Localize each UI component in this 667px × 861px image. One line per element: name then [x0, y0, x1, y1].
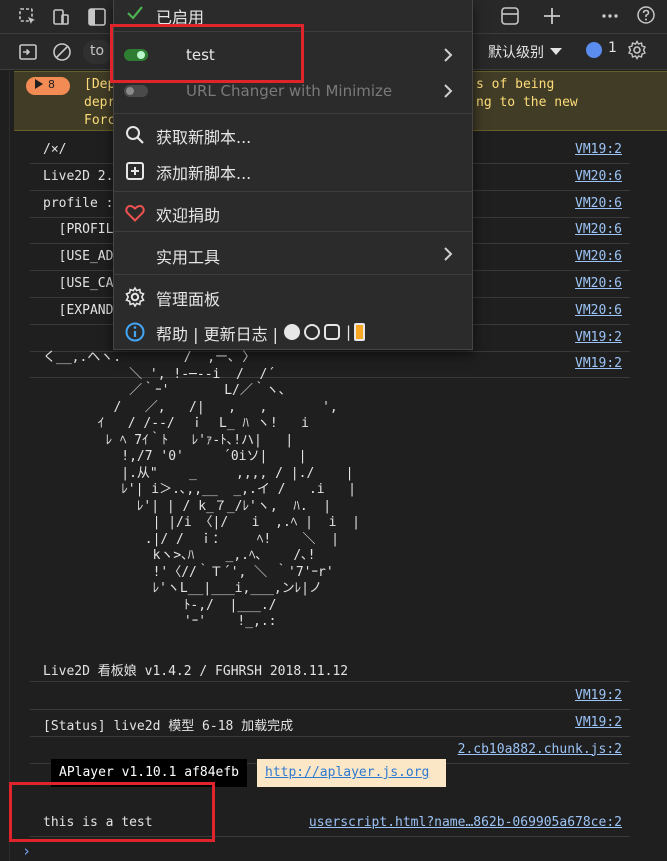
- panel-layout-icon[interactable]: [87, 7, 107, 27]
- menu-item-label: 获取新脚本...: [156, 128, 252, 147]
- log-text: profile :: [43, 195, 114, 211]
- heart-icon: [124, 202, 146, 224]
- highlight-box-output: [9, 782, 215, 842]
- sidebar-toggle-icon[interactable]: [18, 42, 38, 62]
- mobile-app-icon[interactable]: [354, 323, 365, 341]
- console-row: Live2D 看板娘 v1.4.2 / FGHRSH 2018.11.12: [30, 655, 630, 682]
- log-level-dropdown[interactable]: 默认级别: [488, 42, 562, 62]
- log-source-link[interactable]: VM19:2: [575, 688, 622, 703]
- log-level-label: 默认级别: [488, 45, 544, 61]
- log-source-link[interactable]: VM20:6: [575, 249, 622, 264]
- menu-item-add-script[interactable]: 添加新脚本...: [114, 152, 472, 188]
- dock-side-icon[interactable]: [500, 6, 520, 26]
- console-row: [Status] live2d 模型 6-18 加载完成 VM19:2: [30, 710, 630, 737]
- menu-item-get-scripts[interactable]: 获取新脚本...: [114, 116, 472, 152]
- log-text: Live2D 看板娘 v1.4.2 / FGHRSH 2018.11.12: [43, 664, 349, 679]
- log-source-link[interactable]: userscript.html?name…862b-069905a678ce:2: [309, 815, 622, 830]
- clear-console-icon[interactable]: [52, 42, 72, 62]
- warning-text: Forc: [84, 113, 116, 128]
- script-name: URL Changer with Minimize: [186, 82, 393, 100]
- add-tab-icon[interactable]: [542, 6, 562, 26]
- log-source-link[interactable]: VM19:2: [575, 715, 622, 730]
- search-icon: [124, 124, 146, 146]
- console-settings-icon[interactable]: [627, 40, 647, 60]
- chevron-right-icon: [442, 83, 454, 99]
- aplayer-link[interactable]: http://aplayer.js.org: [257, 759, 446, 787]
- log-source-link[interactable]: VM19:2: [575, 330, 622, 345]
- chevron-right-icon: [442, 246, 454, 262]
- log-text: /×/: [43, 142, 67, 157]
- menu-item-label: 管理面板: [156, 290, 221, 309]
- log-source-link[interactable]: VM20:6: [575, 276, 622, 291]
- facebook-icon[interactable]: [304, 324, 320, 340]
- info-icon: [124, 321, 146, 343]
- more-options-icon[interactable]: [600, 6, 620, 26]
- log-text: [USE_AD: [43, 249, 114, 265]
- console-row: VM19:2: [30, 683, 630, 710]
- warning-text: s of being: [476, 77, 555, 92]
- highlight-box-script: [110, 24, 304, 83]
- menu-divider: [114, 191, 472, 192]
- check-icon: [124, 2, 146, 24]
- console-filter-input[interactable]: to: [83, 40, 113, 64]
- log-source-link[interactable]: VM20:6: [575, 196, 622, 211]
- menu-item-dashboard[interactable]: 管理面板: [114, 278, 472, 314]
- warning-text: depr: [84, 95, 116, 110]
- log-text: [USE_CA: [43, 276, 114, 291]
- log-text: Live2D 2.: [43, 168, 114, 184]
- log-source-link[interactable]: VM19:2: [575, 356, 622, 371]
- console-prompt-icon[interactable]: ›: [22, 842, 31, 860]
- log-source-link[interactable]: VM20:6: [575, 169, 622, 184]
- log-text: [Status] live2d 模型 6-18 加载完成: [43, 718, 294, 734]
- dropdown-arrow-icon: [550, 48, 562, 55]
- warning-group-badge[interactable]: 8: [26, 77, 70, 95]
- message-count: 1: [608, 40, 617, 56]
- log-source-link[interactable]: VM19:2: [575, 142, 622, 157]
- separator-bar: |: [346, 323, 352, 341]
- log-text: [PROFIL: [43, 222, 114, 238]
- instagram-icon[interactable]: [324, 324, 340, 340]
- toggle-switch-off[interactable]: [124, 85, 148, 97]
- inspect-element-icon[interactable]: [18, 7, 38, 27]
- message-bubble-icon: [586, 42, 602, 58]
- gear-icon: [124, 286, 146, 308]
- log-text: [EXPAND: [43, 302, 114, 318]
- menu-divider: [114, 274, 472, 275]
- log-source-link[interactable]: VM20:6: [575, 222, 622, 237]
- device-toolbar-icon[interactable]: [51, 7, 71, 27]
- menu-item-help[interactable]: 帮助 | 更新日志 | |: [114, 313, 472, 349]
- menu-item-label: 欢迎捐助: [156, 206, 221, 225]
- console-gutter: [0, 71, 10, 861]
- warning-text: ng to the new: [476, 95, 578, 110]
- log-source-link[interactable]: VM20:6: [575, 303, 622, 318]
- github-icon[interactable]: [284, 324, 300, 340]
- menu-divider: [114, 231, 472, 232]
- add-box-icon: [124, 160, 146, 182]
- help-icon[interactable]: [636, 5, 656, 25]
- menu-item-label: 实用工具: [156, 248, 221, 267]
- log-source-link[interactable]: 2.cb10a882.chunk.js:2: [458, 742, 622, 757]
- menu-item-donate[interactable]: 欢迎捐助: [114, 194, 472, 230]
- menu-item-utilities[interactable]: 实用工具: [114, 236, 472, 272]
- ascii-art-log: く__,.ヘヽ. / ,ー､ 〉 ＼ ', !-─‐-i / /´ ／｀ｰ' L…: [43, 350, 360, 629]
- menu-item-label: 帮助 | 更新日志 |: [156, 325, 279, 344]
- chevron-right-icon: [442, 47, 454, 63]
- menu-divider: [114, 113, 472, 114]
- menu-item-label: 添加新脚本...: [156, 164, 252, 183]
